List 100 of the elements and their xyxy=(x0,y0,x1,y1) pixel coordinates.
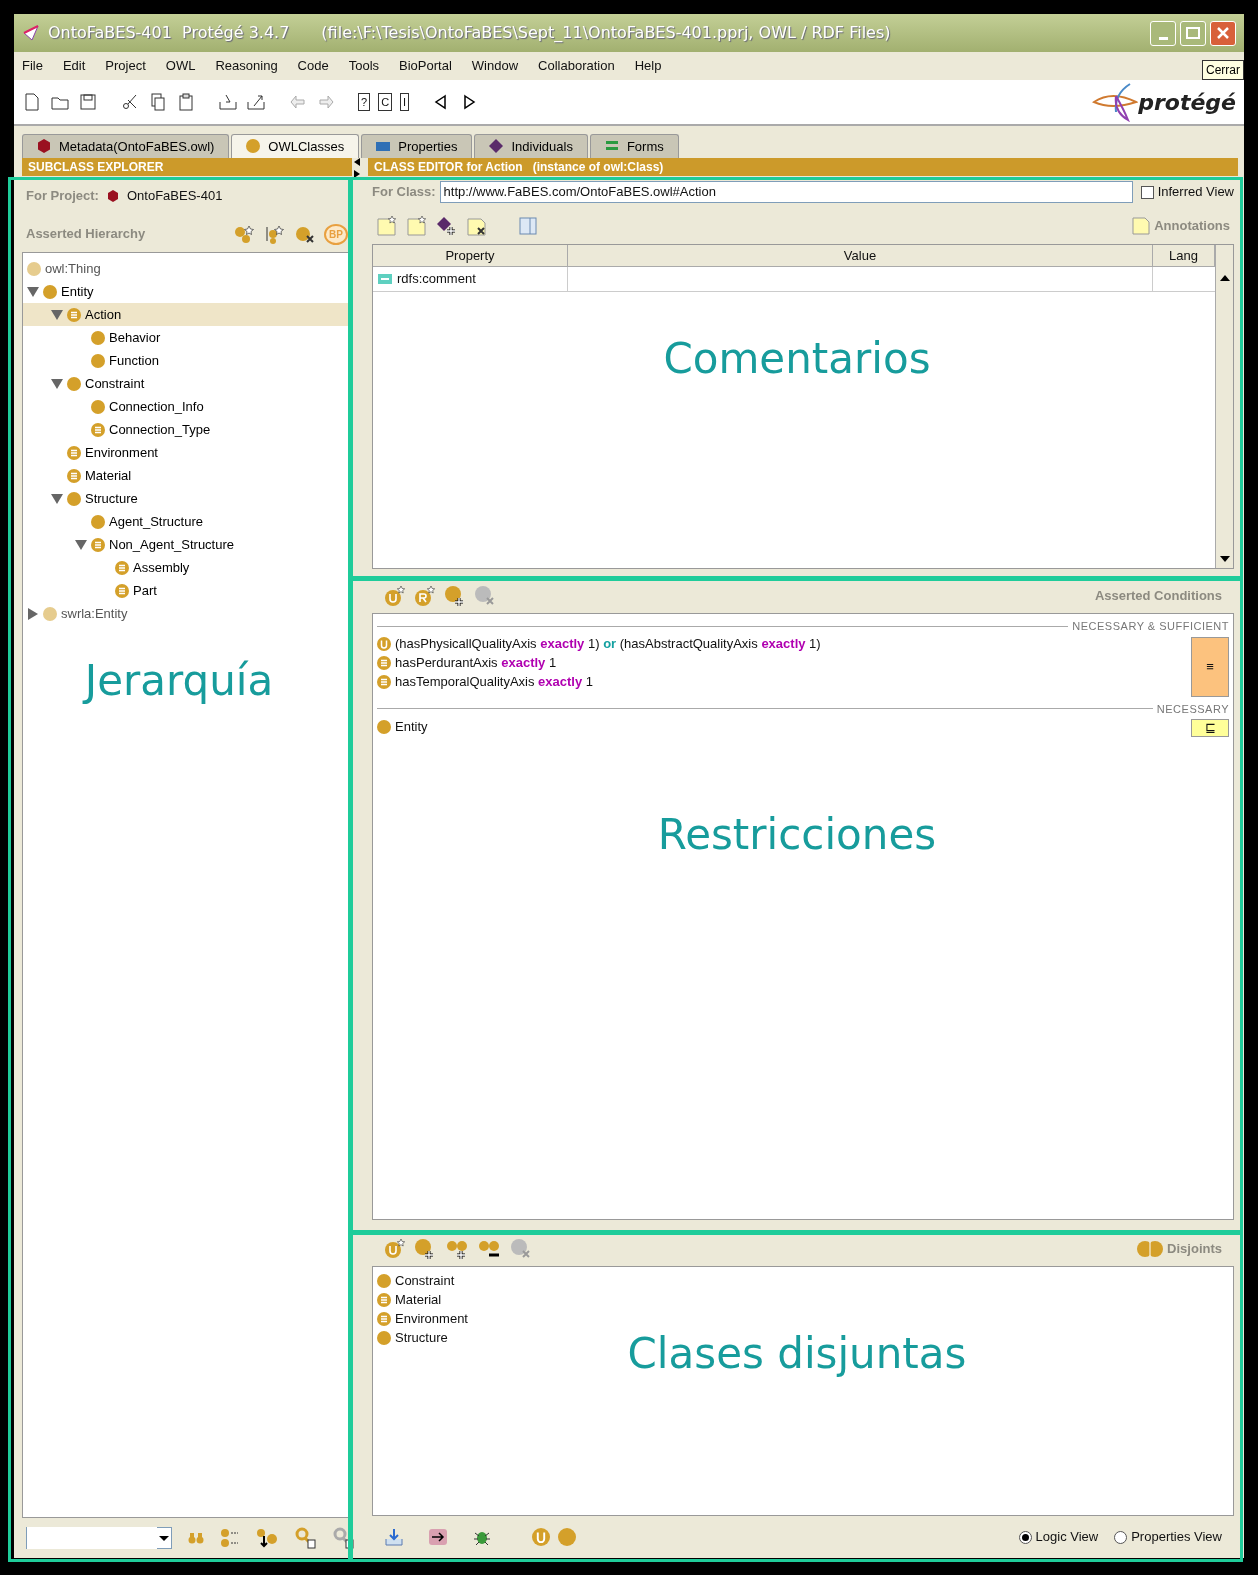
menu-item[interactable]: Project xyxy=(105,56,146,76)
condition-expression[interactable]: (hasPhysicallQualityAxis exactly 1) or (hasAbstractQualityAxis exactly 1) xyxy=(395,634,821,654)
add-classes-icon[interactable] xyxy=(446,1238,470,1260)
union-class-icon[interactable] xyxy=(532,1528,550,1546)
tree-item[interactable]: owl:Thing xyxy=(23,257,351,280)
class-circle-icon[interactable] xyxy=(558,1528,576,1546)
copy-icon[interactable] xyxy=(148,92,168,112)
tree-item[interactable]: Constraint xyxy=(23,372,351,395)
tree-item[interactable]: Action xyxy=(23,303,351,326)
search-field[interactable] xyxy=(26,1527,172,1549)
tree-item[interactable]: Structure xyxy=(23,487,351,510)
create-class-icon[interactable] xyxy=(384,1238,406,1260)
create-restriction-icon[interactable] xyxy=(414,585,436,607)
collapsed-triangle-icon[interactable] xyxy=(27,607,39,620)
tree-item[interactable]: Connection_Info xyxy=(23,395,351,418)
remove-class-icon[interactable] xyxy=(474,585,496,607)
new-file-icon[interactable] xyxy=(22,92,42,112)
add-subclass-icon[interactable] xyxy=(234,224,257,244)
expanded-triangle-icon[interactable] xyxy=(51,377,63,390)
tree-item[interactable]: Function xyxy=(23,349,351,372)
binoculars-icon[interactable] xyxy=(188,1531,204,1545)
menu-item[interactable]: Help xyxy=(634,56,662,76)
tree-item[interactable]: Agent_Structure xyxy=(23,510,351,533)
remove-class-icon[interactable] xyxy=(510,1238,532,1260)
condition-expression[interactable]: Entity xyxy=(395,716,428,737)
import-icon[interactable] xyxy=(218,92,238,112)
radio-button[interactable] xyxy=(1018,1530,1032,1544)
add-note-icon[interactable] xyxy=(406,215,428,237)
tree-item[interactable]: Material xyxy=(23,464,351,487)
save-icon[interactable] xyxy=(78,92,98,112)
menu-item[interactable]: Reasoning xyxy=(215,56,278,76)
subclass-badge[interactable]: ⊑ xyxy=(1191,719,1229,737)
defined-class-icon xyxy=(377,1292,391,1307)
class-move-icon[interactable] xyxy=(256,1528,278,1548)
tree-item[interactable]: swrla:Entity xyxy=(23,602,351,625)
tree-item[interactable]: Entity xyxy=(23,280,351,303)
tree-item[interactable]: Environment xyxy=(23,441,351,464)
menu-item[interactable]: Window xyxy=(471,56,519,76)
tree-item[interactable]: Non_Agent_Structure xyxy=(23,533,351,556)
add-class-icon[interactable] xyxy=(444,585,466,607)
delete-class-icon[interactable] xyxy=(294,224,317,244)
tree-item[interactable]: Connection_Type xyxy=(23,418,351,441)
close-button[interactable] xyxy=(1210,20,1236,46)
class-circle-icon xyxy=(377,1330,391,1345)
menu-item[interactable]: Edit xyxy=(62,56,86,76)
class-circle-icon xyxy=(43,284,57,299)
splitter-arrow-icon[interactable] xyxy=(354,158,360,178)
section-label: Annotations xyxy=(1154,217,1230,236)
maximize-button[interactable] xyxy=(1180,20,1206,46)
tab[interactable]: Forms xyxy=(589,133,679,158)
class-name[interactable]: Environment xyxy=(395,1308,468,1329)
expanded-triangle-icon[interactable] xyxy=(75,538,87,551)
menu-item[interactable]: Collaboration xyxy=(538,56,615,76)
add-individual-icon[interactable] xyxy=(436,215,458,237)
column-header[interactable]: Value xyxy=(568,245,1153,267)
class-list-icon[interactable] xyxy=(220,1528,240,1548)
tab[interactable]: Properties xyxy=(361,133,473,158)
radio-label[interactable]: Properties View xyxy=(1131,1527,1222,1547)
checkbox[interactable] xyxy=(1140,185,1154,199)
column-header[interactable]: Lang xyxy=(1153,245,1215,267)
add-sibling-icon[interactable] xyxy=(264,224,287,244)
class-name[interactable]: Constraint xyxy=(395,1270,455,1291)
query-button[interactable]: I xyxy=(400,93,410,111)
create-union-icon[interactable] xyxy=(384,585,406,607)
radio-label[interactable]: Logic View xyxy=(1035,1527,1099,1547)
menu-item[interactable]: BioPortal xyxy=(399,56,452,76)
column-header[interactable]: Property xyxy=(373,245,568,267)
query-button[interactable]: C xyxy=(378,93,393,111)
close-icon xyxy=(1216,26,1230,40)
class-name[interactable]: Material xyxy=(395,1289,442,1310)
tree-item[interactable]: Part xyxy=(23,579,351,602)
condition-expression[interactable]: hasTemporalQualityAxis exactly 1 xyxy=(395,672,594,692)
tree-item[interactable]: Assembly xyxy=(23,556,351,579)
menu-item[interactable]: Code xyxy=(297,56,329,76)
add-note-icon[interactable] xyxy=(376,215,398,237)
equivalent-badge[interactable]: ≡ xyxy=(1191,636,1229,697)
scrollbar[interactable] xyxy=(1215,245,1233,568)
download-icon[interactable] xyxy=(384,1527,404,1547)
query-button[interactable]: ? xyxy=(358,93,371,111)
section-label: Disjoints xyxy=(1167,1240,1222,1259)
uri-field[interactable]: http://www.FaBES.com/OntoFaBES.owl#Action xyxy=(439,181,1133,203)
paste-icon[interactable] xyxy=(176,92,196,112)
condition-expression[interactable]: hasPerdurantAxis exactly 1 xyxy=(395,653,557,673)
expanded-triangle-icon[interactable] xyxy=(51,308,63,321)
menu-item[interactable]: Tools xyxy=(348,56,380,76)
menu-item[interactable]: OWL xyxy=(165,56,196,76)
minimize-button[interactable] xyxy=(1150,20,1176,46)
section-label: NECESSARY xyxy=(1156,701,1229,717)
delete-note-icon[interactable] xyxy=(466,215,488,237)
expanded-triangle-icon[interactable] xyxy=(27,285,39,298)
expanded-triangle-icon[interactable] xyxy=(51,492,63,505)
export-icon[interactable] xyxy=(246,92,266,112)
tab[interactable]: OWLClasses xyxy=(231,133,360,158)
remove-classes-icon[interactable] xyxy=(478,1238,502,1260)
tree-item[interactable]: Behavior xyxy=(23,326,351,349)
class-name[interactable]: Structure xyxy=(395,1327,448,1348)
menu-item[interactable]: File xyxy=(22,56,43,76)
radio-button[interactable] xyxy=(1114,1530,1128,1544)
tab[interactable]: Metadata(OntoFaBES.owl) xyxy=(22,133,230,158)
tab[interactable]: Individuals xyxy=(474,133,588,158)
